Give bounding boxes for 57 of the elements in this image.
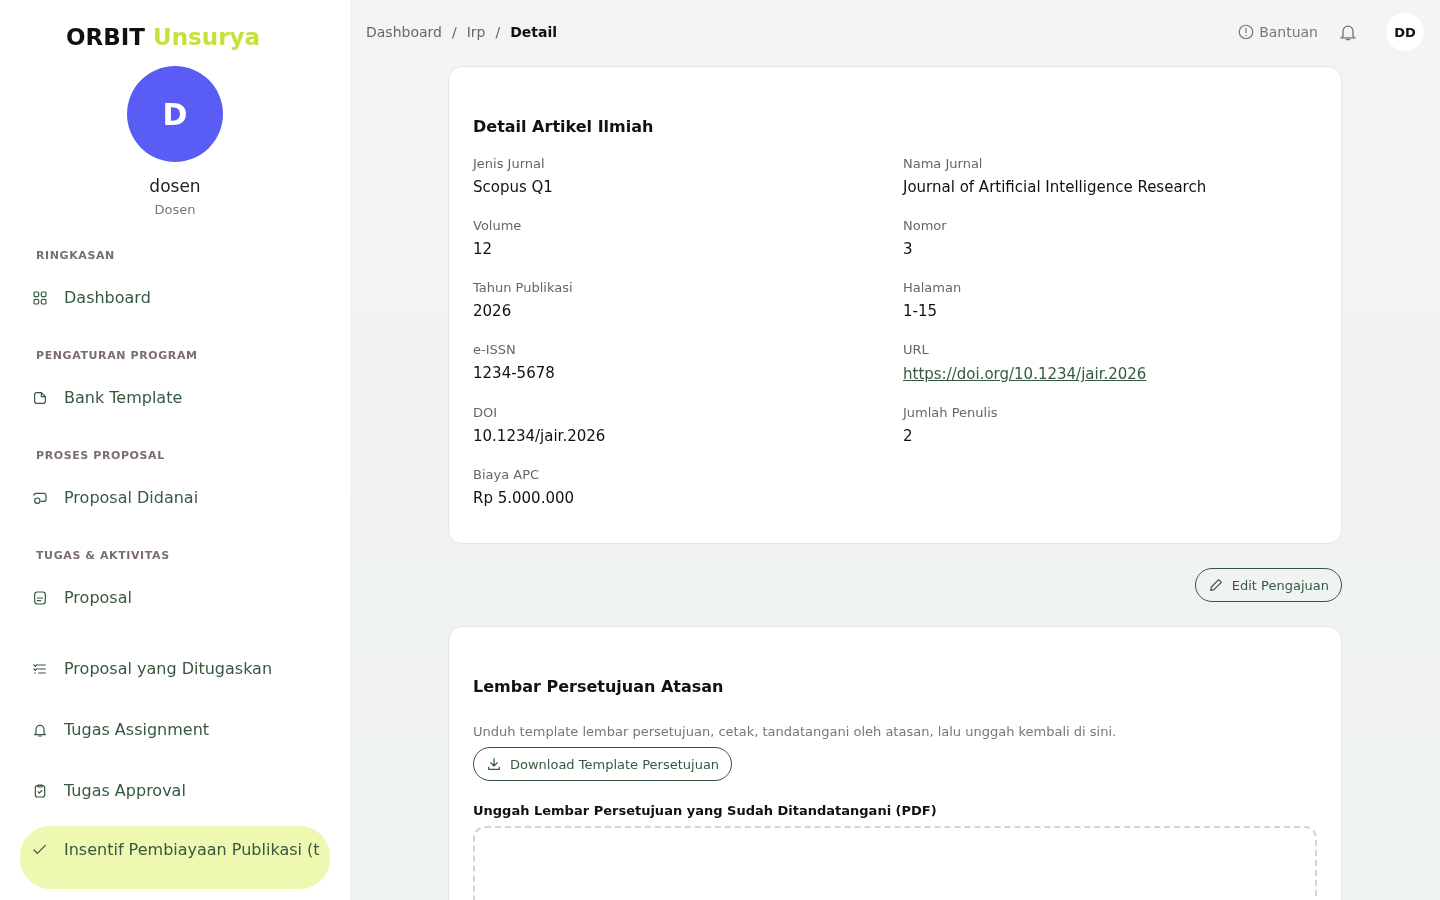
- field-label: Jumlah Penulis: [903, 405, 999, 420]
- section-heading: PENGATURAN PROGRAM: [36, 349, 198, 362]
- field-value: 2: [903, 427, 914, 445]
- grid-icon: [32, 289, 48, 306]
- field-label: Biaya APC: [473, 467, 541, 482]
- brand-logo: ORBIT Unsurya: [65, 24, 260, 50]
- nav-item[interactable]: Bank Template: [20, 378, 330, 417]
- breadcrumb-link[interactable]: Irp: [466, 24, 486, 40]
- user-avatar: D: [127, 66, 223, 162]
- nav-item[interactable]: Tugas Approval: [20, 771, 330, 810]
- section-heading: TUGAS & AKTIVITAS: [36, 549, 170, 562]
- url-link[interactable]: https://doi.org/10.1234/jair.2026: [903, 365, 1147, 383]
- upload-label: Unggah Lembar Persetujuan yang Sudah Ditandatangani (PDF): [473, 803, 938, 818]
- field-label: Jenis Jurnal: [473, 156, 546, 171]
- download-icon: [486, 756, 502, 772]
- card-title: Lembar Persetujuan Atasan: [473, 677, 725, 696]
- field-value: 2026: [473, 302, 513, 320]
- card-title: Detail Artikel Ilmiah: [473, 117, 655, 136]
- info-icon: [1237, 23, 1256, 41]
- field-label: Nama Jurnal: [903, 156, 984, 171]
- field-value: Scopus Q1: [473, 178, 554, 196]
- field-label: e-ISSN: [473, 342, 517, 357]
- field-value: Rp 5.000.000: [473, 489, 576, 507]
- field-value: 12: [473, 240, 494, 258]
- field-label: Volume: [473, 218, 523, 233]
- help-link[interactable]: Bantuan: [1237, 23, 1318, 41]
- field-value: Journal of Artificial Intelligence Research: [903, 178, 1208, 196]
- nav-item[interactable]: Dashboard: [20, 278, 330, 317]
- clipboard-icon: [32, 782, 48, 799]
- nav-item[interactable]: Insentif Pembiayaan Publikasi (t: [20, 826, 330, 889]
- nav-item[interactable]: Proposal yang Ditugaskan: [20, 649, 330, 688]
- section-heading: PROSES PROPOSAL: [36, 449, 165, 462]
- field-label: Nomor: [903, 218, 948, 233]
- description-text: Unduh template lembar persetujuan, cetak, tandatangani oleh atasan, lalu unggah kembali di sini.: [473, 724, 1118, 739]
- field-value: 10.1234/jair.2026: [473, 427, 607, 445]
- breadcrumb-separator: /: [495, 24, 501, 40]
- nav-item[interactable]: Proposal Didanai: [20, 478, 330, 517]
- field-label: URL: [903, 342, 930, 357]
- field-value: 1234-5678: [473, 364, 556, 382]
- nav-item[interactable]: Tugas Assignment: [20, 710, 330, 749]
- user-name: dosen: [149, 176, 201, 196]
- field-value: 3: [903, 240, 914, 258]
- field-label: Tahun Publikasi: [473, 280, 574, 295]
- file-icon: [32, 389, 48, 406]
- download-button[interactable]: Download Template Persetujuan: [473, 747, 733, 781]
- user-role: Dosen: [154, 202, 196, 217]
- document-icon: [32, 589, 48, 606]
- nav-item[interactable]: Proposal: [20, 578, 330, 617]
- breadcrumb-link[interactable]: Detail: [510, 24, 558, 40]
- section-heading: RINGKASAN: [36, 249, 115, 262]
- field-label: DOI: [473, 405, 499, 420]
- field-label: Halaman: [903, 280, 963, 295]
- pencil-icon: [1207, 577, 1224, 593]
- field-value: 1-15: [903, 302, 939, 320]
- breadcrumb-separator: /: [451, 24, 457, 40]
- breadcrumb-link[interactable]: Dashboard: [366, 24, 442, 40]
- user-avatar[interactable]: DD: [1386, 13, 1424, 51]
